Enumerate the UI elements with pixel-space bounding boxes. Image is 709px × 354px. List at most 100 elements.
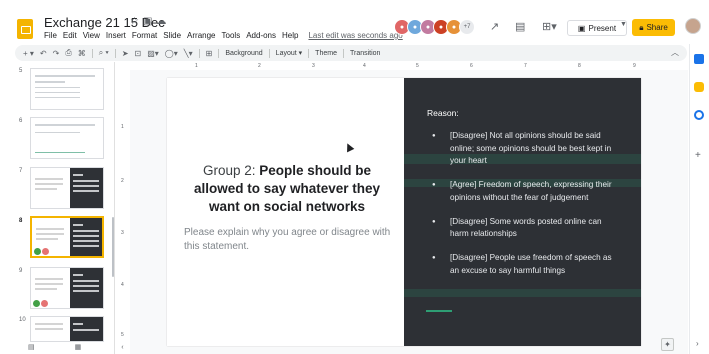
select-cursor-icon[interactable]: ➤	[122, 49, 129, 58]
menu-help[interactable]: Help	[282, 31, 298, 40]
thumb-text-line	[35, 288, 57, 290]
explore-button[interactable]: ✦	[661, 338, 674, 351]
slide-number: 7	[19, 168, 23, 174]
filmstrip-scrollbar[interactable]	[112, 217, 114, 277]
thumb-text-line	[72, 185, 99, 187]
right-side-panel: + ›	[689, 44, 709, 354]
share-button[interactable]: 🔒︎ Share	[632, 19, 675, 36]
slide-thumbnail-9[interactable]	[30, 267, 104, 309]
shape-icon[interactable]: ◯▾	[165, 49, 178, 58]
theme-button[interactable]: Theme	[315, 50, 337, 57]
thumb-text-line	[35, 92, 80, 93]
slide-filmstrip: 5 6 7 8 9 10	[0, 62, 115, 354]
thumb-text-line	[72, 180, 99, 182]
present-options-chevron-icon[interactable]: ▼	[620, 21, 627, 28]
thumb-text-line	[36, 238, 58, 240]
ruler-tick: 2	[258, 63, 261, 69]
slide-subtitle[interactable]: Please explain why you agree or disagree…	[184, 226, 394, 254]
reason-label[interactable]: Reason:	[427, 108, 459, 118]
line-icon[interactable]: ╲▾	[184, 49, 193, 58]
menu-file[interactable]: File	[44, 31, 57, 40]
thumb-text-line	[36, 233, 64, 235]
text-box-icon[interactable]: ⊡	[135, 49, 142, 58]
collapse-toolbar-chevron-icon[interactable]: ︿	[671, 47, 679, 58]
layout-button[interactable]: Layout ▾	[276, 49, 303, 57]
slide-thumbnail-6[interactable]	[30, 117, 104, 159]
thumb-text-line	[72, 280, 99, 282]
slide-number: 10	[19, 317, 26, 323]
new-slide-icon[interactable]: + ▾	[23, 49, 34, 58]
present-button[interactable]: ▣ Present	[567, 20, 627, 36]
menu-addons[interactable]: Add-ons	[246, 31, 276, 40]
comment-add-icon[interactable]: ⊞	[206, 49, 213, 58]
horizontal-ruler: 1 2 3 4 5 6 7 8 9	[140, 62, 688, 70]
grid-view-icon[interactable]: ▦	[75, 344, 122, 351]
ruler-tick: 2	[121, 178, 124, 184]
menu-view[interactable]: View	[83, 31, 100, 40]
menu-arrange[interactable]: Arrange	[187, 31, 215, 40]
collapse-side-panel-chevron-icon[interactable]: ›	[696, 339, 699, 348]
thumb-dark-panel	[69, 317, 103, 341]
last-edit-link[interactable]: Last edit was seconds ago	[308, 31, 402, 40]
comments-icon[interactable]: ▤	[515, 20, 525, 33]
zoom-icon[interactable]: ⌕ ▾	[99, 48, 109, 58]
cloud-status-icon[interactable]: ☁	[156, 16, 170, 27]
thumb-dark-panel	[69, 168, 103, 208]
menu-edit[interactable]: Edit	[63, 31, 77, 40]
account-avatar[interactable]	[685, 18, 701, 34]
toolbar-divider	[342, 48, 344, 58]
reason-item: [Disagree] People use freedom of speech …	[430, 252, 620, 277]
ruler-tick: 3	[121, 230, 124, 236]
slide-thumbnail-5[interactable]	[30, 68, 104, 110]
slide-thumbnail-7[interactable]	[30, 167, 104, 209]
layout-label: Layout	[275, 50, 297, 57]
print-icon[interactable]: ⎙	[65, 48, 71, 58]
keep-icon[interactable]	[694, 82, 704, 92]
thumb-dark-panel	[69, 218, 102, 256]
more-collaborators-badge[interactable]: +7	[459, 19, 475, 35]
current-slide[interactable]: Group 2: People should be allowed to say…	[167, 78, 641, 346]
activity-dashboard-icon[interactable]: ↗	[490, 20, 499, 33]
slide-right-panel: Reason: [Disagree] Not all opinions shou…	[404, 78, 641, 346]
calendar-icon[interactable]	[694, 54, 704, 64]
present-icon: ▣	[577, 23, 586, 33]
redo-icon[interactable]: ↷	[53, 49, 60, 58]
reason-item: [Disagree] Some words posted online can …	[430, 216, 620, 241]
thumb-text-line	[72, 323, 83, 325]
transition-button[interactable]: Transition	[350, 50, 380, 57]
menu-insert[interactable]: Insert	[106, 31, 126, 40]
paint-format-icon[interactable]: ⌘	[78, 49, 86, 58]
meet-icon[interactable]: ⊞▾	[542, 20, 557, 33]
toolbar-divider	[268, 48, 270, 58]
thumb-text-line	[72, 240, 99, 242]
top-bar: Exchange 21 15 Dec ☆▣☁ File Edit View In…	[0, 0, 709, 44]
menu-slide[interactable]: Slide	[163, 31, 181, 40]
ruler-tick: 1	[121, 124, 124, 130]
reason-item: [Disagree] Not all opinions should be sa…	[430, 130, 620, 168]
list-view-icon[interactable]: ▤	[28, 344, 75, 351]
reason-list[interactable]: [Disagree] Not all opinions should be sa…	[430, 130, 620, 288]
toolbar-divider	[218, 48, 220, 58]
add-on-plus-icon[interactable]: +	[695, 150, 701, 161]
menu-tools[interactable]: Tools	[222, 31, 241, 40]
toolbar-divider	[198, 48, 200, 58]
star-icon[interactable]: ☆	[130, 16, 143, 27]
slide-thumbnail-10[interactable]	[30, 316, 104, 342]
background-button[interactable]: Background	[225, 50, 262, 57]
lock-icon: 🔒︎	[639, 22, 644, 32]
slide-thumbnail-8-selected[interactable]	[30, 216, 104, 258]
undo-icon[interactable]: ↶	[40, 49, 47, 58]
slides-logo-icon[interactable]	[17, 19, 33, 39]
thumb-text-line	[35, 328, 63, 330]
tasks-icon[interactable]	[694, 110, 704, 120]
move-to-folder-icon[interactable]: ▣	[143, 16, 156, 27]
thumb-text-line	[35, 278, 63, 280]
thumb-text-line	[72, 235, 99, 237]
ruler-tick: 4	[363, 63, 366, 69]
slide-title[interactable]: Group 2: People should be allowed to say…	[185, 162, 389, 216]
thumb-avatar	[42, 248, 49, 255]
menu-format[interactable]: Format	[132, 31, 157, 40]
title-icons: ☆▣☁	[130, 16, 170, 27]
image-icon[interactable]: ▨▾	[147, 49, 159, 58]
thumb-text-line	[35, 124, 95, 126]
